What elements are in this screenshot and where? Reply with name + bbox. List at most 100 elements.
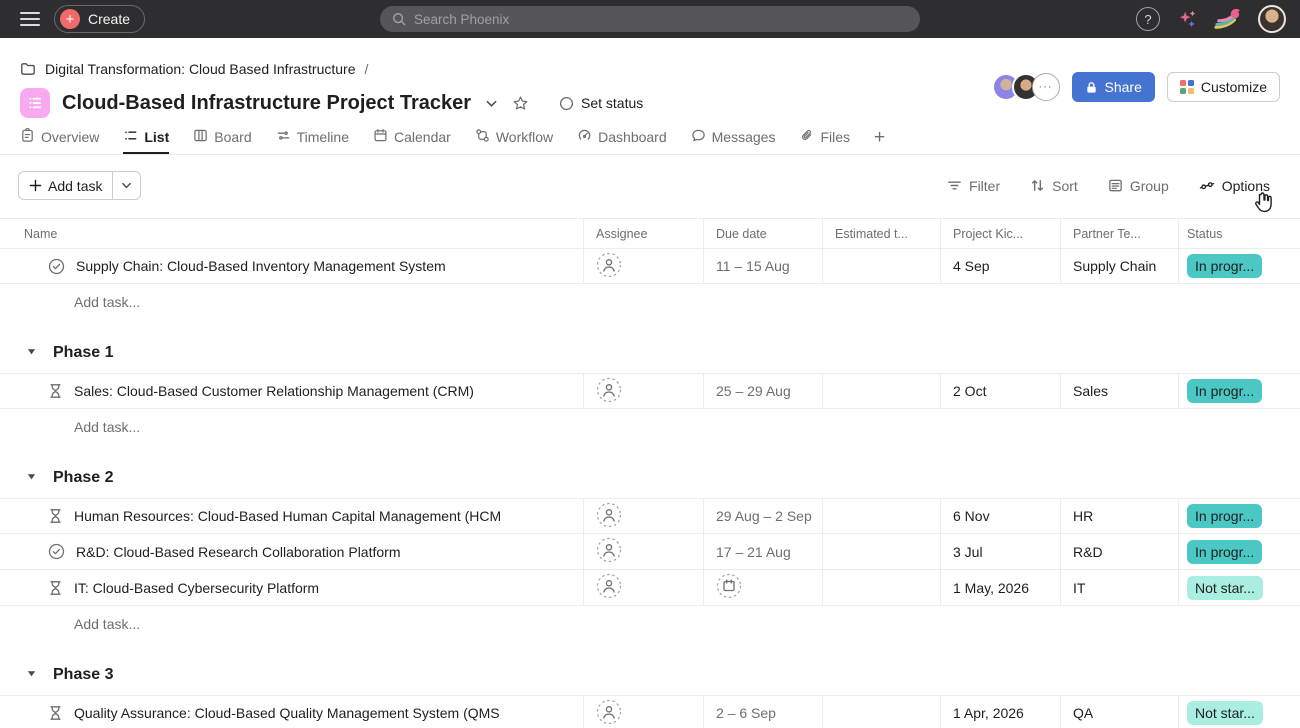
section-header[interactable]: Phase 1 [0,338,1300,368]
estimated-time-cell[interactable] [822,696,940,728]
status-cell[interactable]: Not star... [1178,570,1300,605]
assignee-placeholder-icon[interactable] [596,537,622,566]
add-task-row[interactable]: Add task... [0,409,1300,445]
task-name-cell[interactable]: Human Resources: Cloud-Based Human Capit… [0,499,583,533]
tab-messages[interactable]: Messages [691,126,776,154]
column-header[interactable]: Name [0,219,583,248]
section-collapse-icon[interactable] [26,471,37,485]
tab-timeline[interactable]: Timeline [276,126,349,154]
assignee-placeholder-icon[interactable] [596,699,622,728]
add-task-button[interactable]: Add task [19,172,112,199]
user-avatar[interactable] [1258,5,1286,33]
partner-team-cell[interactable]: Supply Chain [1060,249,1178,283]
filter-button[interactable]: Filter [947,178,1000,194]
tab-board[interactable]: Board [193,126,251,154]
section-collapse-icon[interactable] [26,668,37,682]
task-name-cell[interactable]: IT: Cloud-Based Cybersecurity Platform [0,570,583,605]
assignee-cell[interactable] [583,570,703,605]
add-view-button[interactable]: + [874,126,885,154]
task-row[interactable]: Supply Chain: Cloud-Based Inventory Mana… [0,248,1300,284]
due-date-cell[interactable]: 11 – 15 Aug [703,249,822,283]
status-badge[interactable]: In progr... [1187,254,1262,278]
status-badge[interactable]: In progr... [1187,379,1262,403]
member-avatar-overflow[interactable]: ··· [1032,73,1060,101]
ai-sparkles-icon[interactable] [1176,8,1198,30]
add-task-row[interactable]: Add task... [0,284,1300,320]
check-circle-icon[interactable] [48,258,65,275]
assignee-cell[interactable] [583,696,703,728]
estimated-time-cell[interactable] [822,249,940,283]
status-cell[interactable]: In progr... [1178,534,1300,569]
group-button[interactable]: Group [1108,178,1169,194]
assignee-cell[interactable] [583,499,703,533]
share-button[interactable]: Share [1072,72,1155,102]
hourglass-icon[interactable] [48,383,63,399]
assignee-placeholder-icon[interactable] [596,377,622,406]
tab-dashboard[interactable]: Dashboard [577,126,667,154]
hamburger-menu-icon[interactable] [20,12,40,26]
task-row[interactable]: Human Resources: Cloud-Based Human Capit… [0,498,1300,534]
tab-calendar[interactable]: Calendar [373,126,451,154]
section-header[interactable]: Phase 3 [0,660,1300,690]
add-task-row[interactable]: Add task... [0,606,1300,642]
due-date-cell[interactable] [703,570,822,605]
task-row[interactable]: IT: Cloud-Based Cybersecurity Platform1 … [0,570,1300,606]
status-badge[interactable]: In progr... [1187,540,1262,564]
due-date-placeholder-icon[interactable] [716,573,742,602]
project-list-icon[interactable] [20,88,50,118]
estimated-time-cell[interactable] [822,570,940,605]
column-header[interactable]: Status [1178,219,1300,248]
partner-team-cell[interactable]: QA [1060,696,1178,728]
partner-team-cell[interactable]: Sales [1060,374,1178,408]
search-input[interactable]: Search Phoenix [380,6,920,32]
due-date-cell[interactable]: 17 – 21 Aug [703,534,822,569]
status-cell[interactable]: In progr... [1178,249,1300,283]
assignee-cell[interactable] [583,249,703,283]
status-badge[interactable]: Not star... [1187,701,1263,725]
task-row[interactable]: Quality Assurance: Cloud-Based Quality M… [0,695,1300,728]
assignee-cell[interactable] [583,374,703,408]
tab-overview[interactable]: Overview [20,126,99,154]
column-header[interactable]: Assignee [583,219,703,248]
column-header[interactable]: Project Kic... [940,219,1060,248]
customize-button[interactable]: Customize [1167,72,1280,102]
hourglass-icon[interactable] [48,508,63,524]
status-badge[interactable]: Not star... [1187,576,1263,600]
assignee-placeholder-icon[interactable] [596,573,622,602]
section-header[interactable]: Phase 2 [0,463,1300,493]
status-cell[interactable]: Not star... [1178,696,1300,728]
project-kickoff-cell[interactable]: 2 Oct [940,374,1060,408]
task-row[interactable]: R&D: Cloud-Based Research Collaboration … [0,534,1300,570]
partner-team-cell[interactable]: IT [1060,570,1178,605]
create-button[interactable]: + Create [54,5,145,33]
column-header[interactable]: Due date [703,219,822,248]
due-date-cell[interactable]: 29 Aug – 2 Sep [703,499,822,533]
task-name-cell[interactable]: R&D: Cloud-Based Research Collaboration … [0,534,583,569]
tab-workflow[interactable]: Workflow [475,126,553,154]
tab-files[interactable]: Files [799,126,850,154]
chevron-down-icon[interactable] [485,97,498,110]
phoenix-logo-icon[interactable] [1214,7,1242,31]
estimated-time-cell[interactable] [822,499,940,533]
column-header[interactable]: Partner Te... [1060,219,1178,248]
check-circle-icon[interactable] [48,543,65,560]
help-icon[interactable]: ? [1136,7,1160,31]
partner-team-cell[interactable]: HR [1060,499,1178,533]
tab-list[interactable]: List [123,126,169,154]
status-badge[interactable]: In progr... [1187,504,1262,528]
hourglass-icon[interactable] [48,580,63,596]
project-kickoff-cell[interactable]: 4 Sep [940,249,1060,283]
member-avatars[interactable]: ··· [992,73,1060,101]
section-collapse-icon[interactable] [26,346,37,360]
status-cell[interactable]: In progr... [1178,374,1300,408]
assignee-placeholder-icon[interactable] [596,502,622,531]
sort-button[interactable]: Sort [1030,178,1078,194]
set-status-button[interactable]: Set status [559,95,643,111]
project-kickoff-cell[interactable]: 1 Apr, 2026 [940,696,1060,728]
column-header[interactable]: Estimated t... [822,219,940,248]
star-icon[interactable] [512,95,529,112]
task-name-cell[interactable]: Supply Chain: Cloud-Based Inventory Mana… [0,249,583,283]
project-kickoff-cell[interactable]: 6 Nov [940,499,1060,533]
task-row[interactable]: Sales: Cloud-Based Customer Relationship… [0,373,1300,409]
status-cell[interactable]: In progr... [1178,499,1300,533]
